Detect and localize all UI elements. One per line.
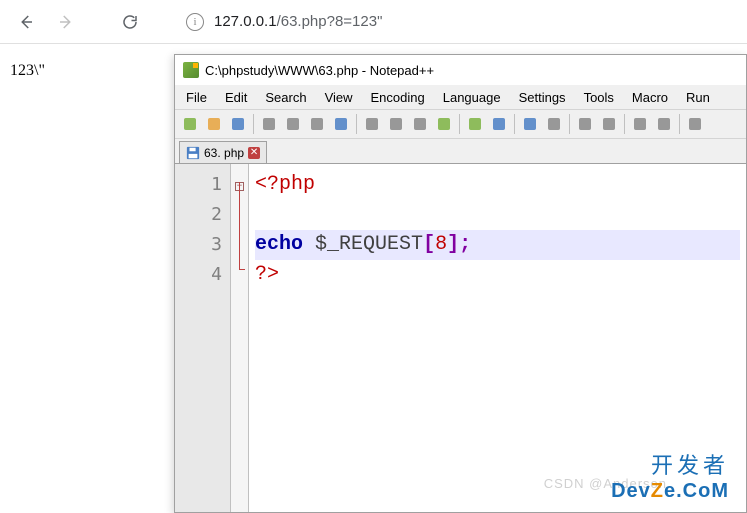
menu-item-macro[interactable]: Macro: [625, 88, 675, 107]
cut-button[interactable]: [361, 113, 383, 135]
menu-bar: FileEditSearch ViewEncodingLanguageSettin…: [175, 85, 746, 109]
fold-guide-line: [239, 182, 240, 270]
code-line[interactable]: ?>: [255, 260, 740, 290]
show-all-button[interactable]: [653, 113, 675, 135]
site-info-icon[interactable]: i: [186, 13, 204, 31]
browser-toolbar: i 127.0.0.1/63.php?8=123": [0, 0, 747, 44]
window-titlebar[interactable]: C:\phpstudy\WWW\63.php - Notepad++: [175, 55, 746, 85]
menu-item-edit[interactable]: Edit: [218, 88, 254, 107]
watermark-faint: CSDN @Anderson: [544, 476, 667, 491]
new-file-button[interactable]: [179, 113, 201, 135]
arrow-left-icon: [17, 13, 35, 31]
tab-label: 63. php: [204, 146, 244, 160]
menu-item-language[interactable]: Language: [436, 88, 508, 107]
menu-item-run[interactable]: Run: [679, 88, 717, 107]
tab-bar: 63. php ✕: [175, 139, 746, 163]
line-number-gutter: 1234: [175, 164, 231, 512]
open-file-button[interactable]: [203, 113, 225, 135]
copy-button[interactable]: [258, 113, 280, 135]
save-button[interactable]: [227, 113, 249, 135]
find-button[interactable]: [488, 113, 510, 135]
back-button[interactable]: [10, 6, 42, 38]
replace-button[interactable]: [519, 113, 541, 135]
url-display: 127.0.0.1/63.php?8=123": [214, 13, 382, 30]
paste-button[interactable]: [306, 113, 328, 135]
print-button[interactable]: [330, 113, 352, 135]
code-line[interactable]: echo $_REQUEST[8];: [255, 230, 740, 260]
file-tab[interactable]: 63. php ✕: [179, 141, 267, 163]
toolbar: [175, 109, 746, 139]
notepadpp-window: C:\phpstudy\WWW\63.php - Notepad++ FileE…: [174, 54, 747, 513]
code-editor[interactable]: 1234 − <?php echo $_REQUEST[8];?>: [175, 163, 746, 512]
forward-button[interactable]: [50, 6, 82, 38]
tab-close-icon[interactable]: ✕: [248, 147, 260, 159]
reload-button[interactable]: [114, 6, 146, 38]
code-line[interactable]: [255, 200, 740, 230]
page-content: 123\": [10, 62, 45, 80]
cut2-button[interactable]: [282, 113, 304, 135]
paste2-button[interactable]: [409, 113, 431, 135]
sync-button[interactable]: [598, 113, 620, 135]
indent-button[interactable]: [684, 113, 706, 135]
window-title: C:\phpstudy\WWW\63.php - Notepad++: [205, 63, 434, 78]
menu-item-tools[interactable]: Tools: [577, 88, 621, 107]
zoom-out-button[interactable]: [574, 113, 596, 135]
code-line[interactable]: <?php: [255, 170, 740, 200]
undo-button[interactable]: [433, 113, 455, 135]
code-area[interactable]: <?php echo $_REQUEST[8];?>: [249, 164, 746, 512]
redo-button[interactable]: [464, 113, 486, 135]
fold-gutter: −: [231, 164, 249, 512]
wrap-button[interactable]: [629, 113, 651, 135]
address-bar[interactable]: i 127.0.0.1/63.php?8=123": [174, 6, 737, 38]
menu-item-file[interactable]: File: [179, 88, 214, 107]
arrow-right-icon: [57, 13, 75, 31]
menu-item-settings[interactable]: Settings: [512, 88, 573, 107]
save-disk-icon: [186, 146, 200, 160]
zoom-in-button[interactable]: [543, 113, 565, 135]
menu-item-encoding[interactable]: Encoding: [364, 88, 432, 107]
menu-item-view[interactable]: View: [318, 88, 360, 107]
menu-item-search[interactable]: Search: [258, 88, 313, 107]
reload-icon: [121, 13, 139, 31]
copy2-button[interactable]: [385, 113, 407, 135]
notepadpp-app-icon: [183, 62, 199, 78]
